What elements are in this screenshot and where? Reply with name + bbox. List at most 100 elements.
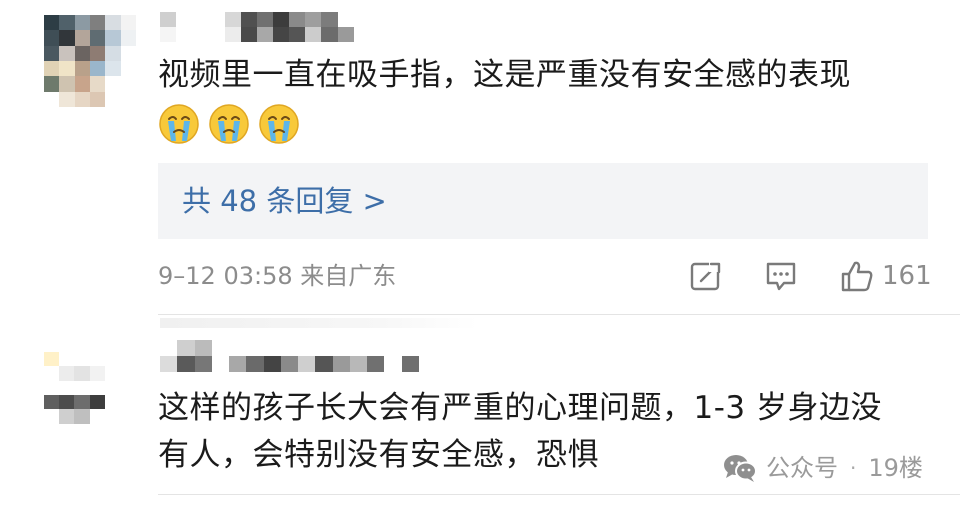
comment-divider: [158, 494, 960, 495]
emoji-row: [158, 103, 300, 145]
pixel-block: [89, 30, 106, 46]
pixel-block: [208, 27, 225, 42]
pixel-block: [272, 27, 290, 42]
pixel-block: [418, 356, 436, 372]
pixel-block: [44, 366, 60, 381]
pixel-block: [89, 352, 105, 367]
pixel-block: [160, 356, 178, 372]
pixel-block: [89, 60, 106, 77]
pixel-block: [353, 12, 370, 27]
pixel-block: [337, 12, 354, 27]
replies-panel[interactable]: 共 48 条回复 >: [158, 163, 928, 239]
pixel-block: [59, 76, 75, 92]
pixel-block: [208, 12, 225, 27]
comment-text: 视频里一直在吸手指，这是严重没有安全感的表现: [158, 57, 851, 93]
pixel-block: [194, 356, 212, 372]
pixel-block: [177, 340, 195, 356]
pixel-block: [44, 76, 60, 92]
pixel-block: [120, 45, 136, 61]
pixel-block: [89, 366, 105, 381]
pixel-block: [44, 45, 60, 61]
pixel-block: [256, 12, 273, 27]
pixel-block: [176, 27, 193, 42]
pixel-block: [246, 340, 264, 356]
pixel-block: [160, 12, 177, 27]
pixel-block: [305, 12, 322, 27]
pixel-block: [59, 380, 75, 395]
pixel-block: [74, 60, 90, 77]
pixel-block: [104, 366, 120, 381]
pixel-block: [367, 340, 385, 356]
pixel-block: [59, 60, 75, 77]
pixel-block: [224, 12, 241, 27]
pixel-block: [332, 340, 350, 356]
thumbs-up-icon: [841, 261, 873, 292]
pixel-block: [59, 394, 75, 410]
commenter-username[interactable]: [160, 12, 386, 42]
pixel-block: [59, 366, 75, 381]
comment-button[interactable]: [764, 258, 798, 294]
pixel-block: [224, 27, 241, 42]
pixel-block: [105, 91, 121, 107]
pixel-block: [120, 15, 136, 31]
comment-meta: 9–12 03:58 来自广东: [158, 262, 397, 290]
share-button[interactable]: [689, 258, 723, 294]
pixel-block: [44, 15, 60, 31]
watermark-separator: ·: [850, 456, 857, 480]
pixel-block: [105, 45, 121, 61]
pixel-block: [104, 352, 120, 367]
pixel-block: [192, 12, 209, 27]
pixel-block: [120, 91, 136, 107]
pixel-block: [89, 15, 106, 31]
pixel-block: [74, 394, 90, 410]
pixel-block: [105, 15, 121, 31]
comment-divider: [158, 314, 960, 315]
pixel-block: [74, 15, 90, 31]
pixel-block: [401, 340, 419, 356]
watermark: 公众号 · 19楼: [722, 451, 923, 485]
watermark-label: 公众号: [766, 454, 838, 482]
pixel-block: [59, 352, 75, 367]
view-replies-link[interactable]: 共 48 条回复 >: [182, 181, 387, 221]
pixel-block: [44, 394, 60, 410]
like-button[interactable]: 161: [840, 258, 932, 294]
pixel-block: [59, 15, 75, 31]
pixel-block: [305, 27, 322, 42]
pixel-block: [194, 340, 212, 356]
pixel-block: [105, 76, 121, 92]
pixel-block: [44, 30, 60, 46]
pixel-block: [401, 356, 419, 372]
floor-number: 19楼: [868, 454, 923, 482]
commenter-avatar[interactable]: [44, 352, 120, 438]
pixel-block: [74, 423, 90, 438]
pixel-block: [384, 356, 402, 372]
pixel-block: [160, 340, 178, 356]
pixel-block: [44, 409, 60, 424]
pixel-block: [74, 45, 90, 61]
commenter-username[interactable]: [160, 340, 436, 372]
pixel-block: [298, 356, 316, 372]
pixel-block: [89, 91, 106, 107]
pixel-block: [89, 45, 106, 61]
crying-face-icon: [209, 104, 249, 144]
pixel-block: [89, 76, 106, 92]
pixel-block: [120, 30, 136, 46]
pixel-block: [353, 27, 370, 42]
pixel-block: [105, 30, 121, 46]
pixel-block: [59, 91, 75, 107]
pixel-block: [104, 380, 120, 395]
pixel-block: [367, 356, 385, 372]
pixel-block: [280, 340, 298, 356]
comment-bubble-icon: [766, 262, 796, 291]
like-count: 161: [882, 261, 932, 291]
crying-face-icon: [159, 104, 199, 144]
pixel-block: [211, 356, 229, 372]
pixel-block: [298, 340, 316, 356]
commenter-avatar[interactable]: [44, 15, 136, 107]
pixel-block: [315, 356, 333, 372]
comment-text-line: 这样的孩子长大会有严重的心理问题，1-3 岁身边没: [158, 390, 882, 426]
pixel-block: [89, 394, 105, 410]
pixel-block: [369, 27, 386, 42]
pixel-block: [229, 356, 247, 372]
pixel-block: [349, 340, 367, 356]
